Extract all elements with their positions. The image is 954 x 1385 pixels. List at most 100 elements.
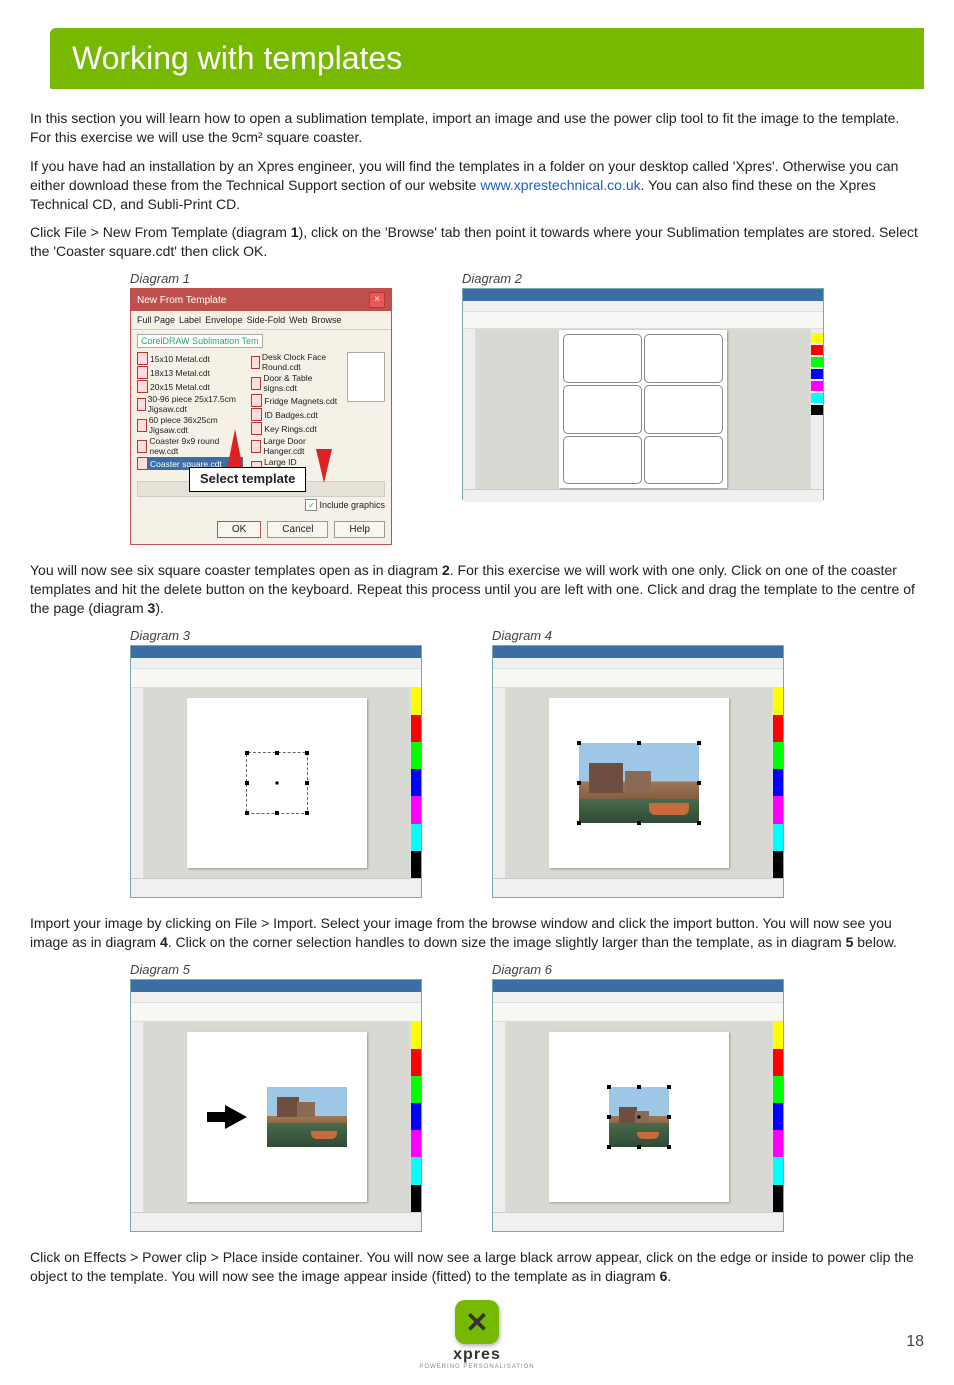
logo-icon: ✕ xyxy=(455,1300,499,1344)
canvas[interactable] xyxy=(144,1022,410,1212)
file-item[interactable]: Fridge Magnets.cdt xyxy=(251,394,339,407)
file-icon xyxy=(251,408,262,421)
page xyxy=(549,698,729,868)
selected-coaster-template[interactable] xyxy=(246,752,308,814)
help-button[interactable]: Help xyxy=(334,521,385,538)
diagram-5-caption: Diagram 5 xyxy=(130,962,422,977)
window-titlebar xyxy=(493,646,783,658)
dialog-tabs: Full Page Label Envelope Side-Fold Web B… xyxy=(131,311,391,330)
canvas[interactable] xyxy=(506,688,772,878)
xpres-logo: ✕ xpres POWERING PERSONALISATION xyxy=(419,1300,534,1370)
file-item[interactable]: 18x13 Metal.cdt xyxy=(137,366,243,379)
file-item[interactable]: Desk Clock Face Round.cdt xyxy=(251,352,339,372)
status-bar xyxy=(131,878,421,897)
tool-palette[interactable] xyxy=(463,329,476,489)
tool-palette[interactable] xyxy=(131,1022,144,1212)
page xyxy=(187,1032,367,1202)
color-palette[interactable] xyxy=(810,329,823,489)
tab-browse[interactable]: Browse xyxy=(311,315,341,325)
file-item[interactable]: 30-96 piece 25x17.5cm Jigsaw.cdt xyxy=(137,394,243,414)
diagram-2-caption: Diagram 2 xyxy=(462,271,824,286)
file-item[interactable]: ID Badges.cdt xyxy=(251,408,339,421)
text: Click on Effects > Power clip > Place in… xyxy=(30,1249,914,1284)
preview-thumbnail xyxy=(347,352,385,402)
color-palette[interactable] xyxy=(772,1022,783,1212)
include-graphics-checkbox[interactable]: ✓ xyxy=(305,499,317,511)
include-graphics-label: Include graphics xyxy=(319,500,385,510)
page xyxy=(549,1032,729,1202)
file-item[interactable]: Door & Table signs.cdt xyxy=(251,373,339,393)
coreldraw-window xyxy=(492,645,784,898)
text: . Click on the corner selection handles … xyxy=(168,934,846,950)
diagram-4-caption: Diagram 4 xyxy=(492,628,784,643)
file-icon xyxy=(137,366,148,379)
toolbar xyxy=(131,669,421,688)
body-paragraph-4: You will now see six square coaster temp… xyxy=(30,561,924,618)
toolbar xyxy=(463,312,823,329)
body-paragraph-6: Click on Effects > Power clip > Place in… xyxy=(30,1248,924,1286)
toolbar xyxy=(131,1003,421,1022)
logo-tagline: POWERING PERSONALISATION xyxy=(419,1364,534,1370)
file-item[interactable]: 20x15 Metal.cdt xyxy=(137,380,243,393)
page-number: 18 xyxy=(906,1333,924,1351)
file-item[interactable]: Key Rings.cdt xyxy=(251,422,339,435)
menu-bar xyxy=(493,658,783,669)
color-palette[interactable] xyxy=(410,1022,421,1212)
technical-support-link[interactable]: www.xprestechnical.co.uk xyxy=(480,177,640,193)
diagram-3-caption: Diagram 3 xyxy=(130,628,422,643)
coaster-template[interactable] xyxy=(563,385,642,434)
page xyxy=(559,330,727,488)
tab-full-page[interactable]: Full Page xyxy=(137,315,175,325)
file-icon xyxy=(137,398,146,411)
color-palette[interactable] xyxy=(410,688,421,878)
text: You will now see six square coaster temp… xyxy=(30,562,442,578)
tool-palette[interactable] xyxy=(493,688,506,878)
menu-bar xyxy=(463,301,823,312)
powerclipped-image[interactable] xyxy=(609,1087,669,1147)
imported-image[interactable] xyxy=(579,743,699,823)
text: below. xyxy=(853,934,897,950)
tab-side-fold[interactable]: Side-Fold xyxy=(247,315,286,325)
color-palette[interactable] xyxy=(772,688,783,878)
cancel-button[interactable]: Cancel xyxy=(267,521,328,538)
file-item[interactable]: 15x10 Metal.cdt xyxy=(137,352,243,365)
coaster-template[interactable] xyxy=(644,385,723,434)
dialog-title: New From Template xyxy=(137,295,226,306)
menu-bar xyxy=(131,992,421,1003)
canvas[interactable] xyxy=(144,688,410,878)
status-bar xyxy=(493,1212,783,1231)
file-icon xyxy=(137,440,147,453)
ok-button[interactable]: OK xyxy=(217,521,261,538)
body-paragraph-3: Click File > New From Template (diagram … xyxy=(30,223,924,261)
tab-label[interactable]: Label xyxy=(179,315,201,325)
select-template-callout: Select template xyxy=(189,467,306,491)
tab-envelope[interactable]: Envelope xyxy=(205,315,243,325)
file-icon xyxy=(137,352,148,365)
menu-bar xyxy=(131,658,421,669)
text: Click File > New From Template (diagram xyxy=(30,224,291,240)
coaster-template[interactable] xyxy=(563,334,642,383)
callout-arrow-icon xyxy=(227,429,243,469)
imported-image[interactable] xyxy=(267,1087,347,1147)
tool-palette[interactable] xyxy=(131,688,144,878)
file-icon xyxy=(137,457,148,470)
canvas[interactable] xyxy=(506,1022,772,1212)
powerclip-arrow-icon xyxy=(225,1105,247,1129)
coaster-template[interactable] xyxy=(644,436,723,485)
file-icon xyxy=(137,419,147,432)
folder-path[interactable]: CorelDRAW Sublimation Tem xyxy=(137,334,263,348)
coreldraw-window xyxy=(130,979,422,1232)
tab-web[interactable]: Web xyxy=(289,315,307,325)
file-icon xyxy=(251,422,262,435)
tool-palette[interactable] xyxy=(493,1022,506,1212)
body-paragraph-5: Import your image by clicking on File > … xyxy=(30,914,924,952)
canvas[interactable] xyxy=(476,329,810,489)
menu-bar xyxy=(493,992,783,1003)
file-icon xyxy=(251,356,260,369)
coaster-template[interactable] xyxy=(563,436,642,485)
page-title: Working with templates xyxy=(50,28,924,89)
coaster-template[interactable] xyxy=(644,334,723,383)
coreldraw-window xyxy=(492,979,784,1232)
close-icon[interactable]: × xyxy=(369,292,385,308)
file-icon xyxy=(251,377,261,390)
